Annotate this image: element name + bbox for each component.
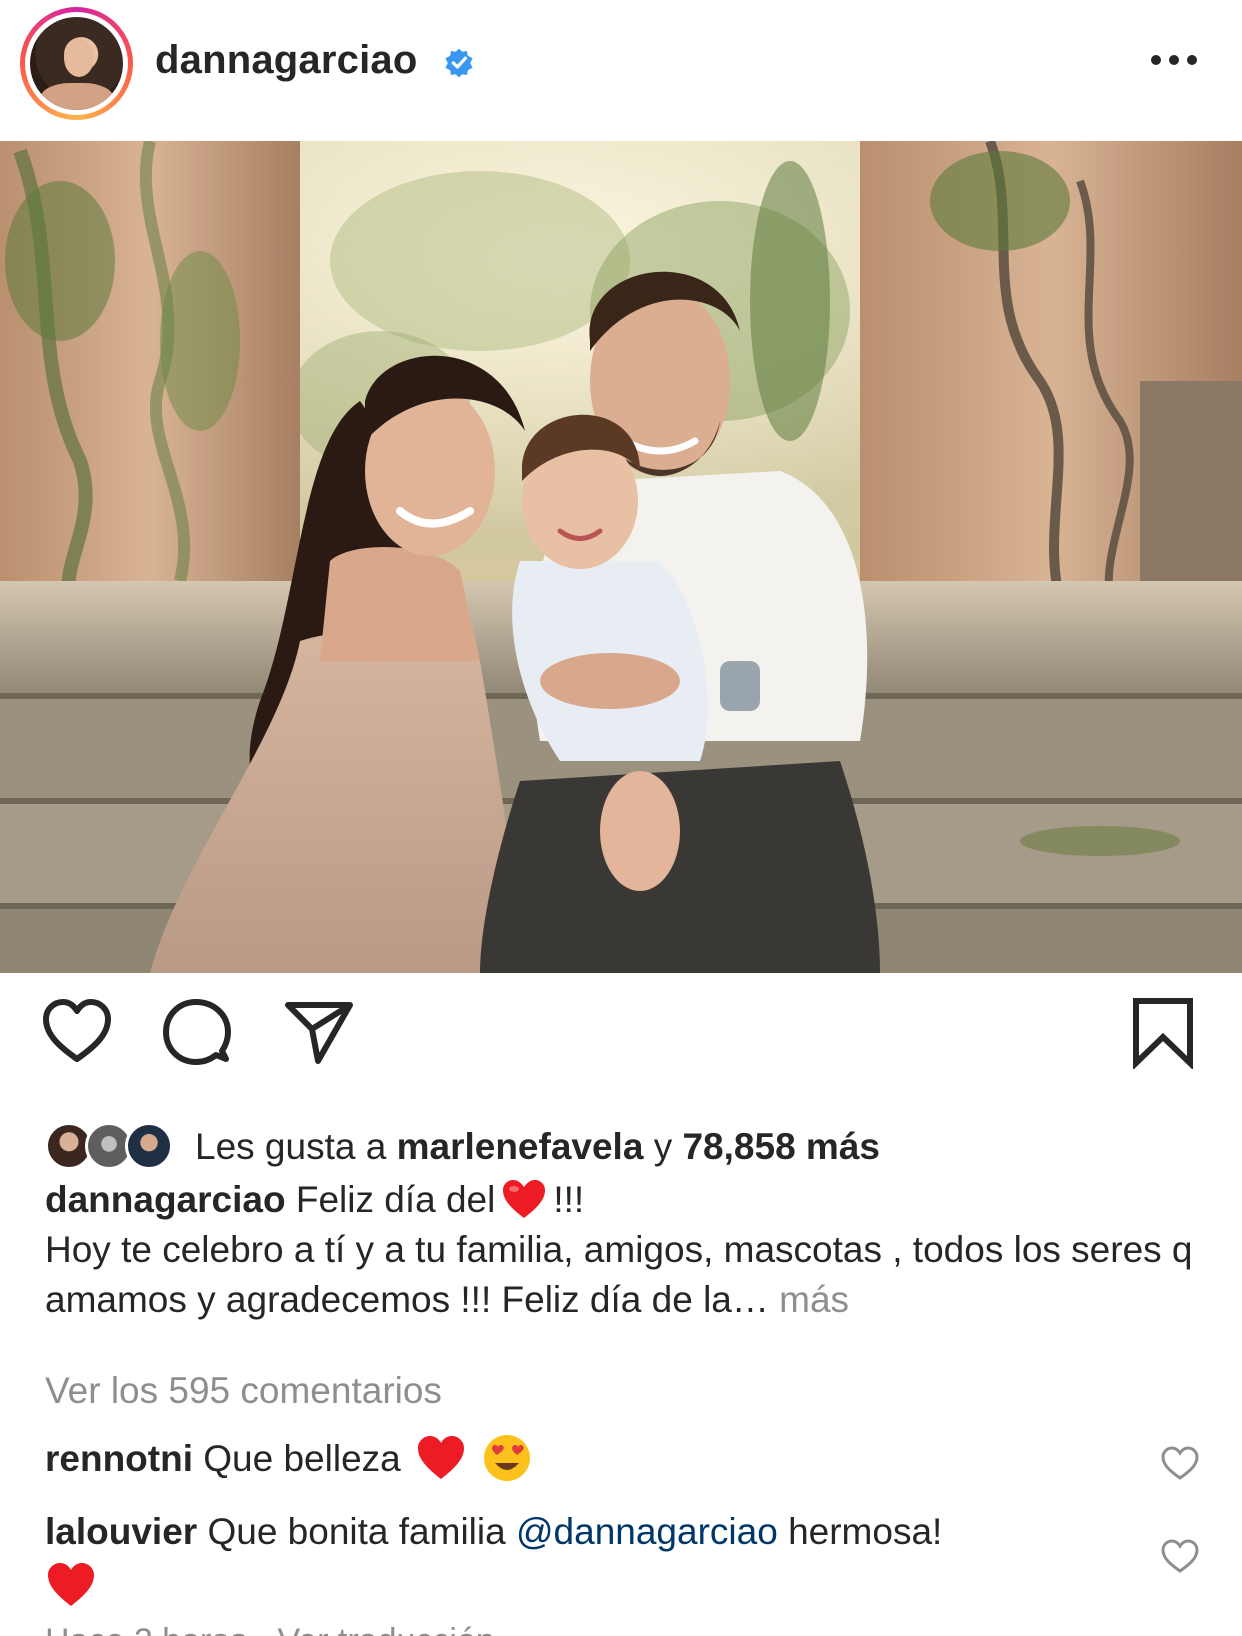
comment-like-heart-icon[interactable]	[1160, 1445, 1200, 1481]
post-timestamp: Hace 2 horas · Ver traducción	[45, 1622, 495, 1636]
likes-count[interactable]: 78,858 más	[682, 1126, 880, 1167]
red-heart-emoji-icon	[48, 1563, 94, 1606]
more-options-icon[interactable]	[1150, 50, 1198, 70]
heart-icon[interactable]	[40, 995, 114, 1069]
caption-body: Hoy te celebro a tí y a tu familia, amig…	[45, 1229, 1193, 1320]
red-heart-emoji-icon	[503, 1180, 546, 1218]
post-caption: dannagarciao Feliz día del !!! Hoy te ce…	[45, 1175, 1205, 1325]
comment-username[interactable]: rennotni	[45, 1438, 193, 1479]
comment-text: Que belleza	[203, 1438, 401, 1479]
caption-username[interactable]: dannagarciao	[45, 1179, 286, 1220]
caption-line1-suffix: !!!	[553, 1179, 585, 1220]
liker-avatar	[125, 1122, 173, 1170]
action-bar	[0, 995, 1242, 1075]
likes-summary[interactable]: Les gusta a marlenefavela y 78,858 más	[45, 1120, 1225, 1174]
post-header: dannagarciao	[0, 0, 1242, 140]
bookmark-icon[interactable]	[1126, 995, 1200, 1069]
comment-mention-link[interactable]: @dannagarciao	[516, 1511, 778, 1552]
heart-eyes-emoji-icon	[484, 1435, 531, 1481]
liker-username[interactable]: marlenefavela	[397, 1126, 644, 1167]
red-heart-emoji-icon	[418, 1436, 465, 1479]
avatar[interactable]	[20, 7, 133, 120]
comment-row: rennotni Que belleza	[45, 1432, 1145, 1486]
comment-row: lalouvier Que bonita familia @dannagarci…	[45, 1505, 1145, 1613]
comment-text: hermosa!	[777, 1511, 943, 1552]
caption-line1: Feliz día del	[295, 1179, 496, 1220]
comment-text: Que bonita familia	[207, 1511, 516, 1552]
likes-text: Les gusta a marlenefavela y 78,858 más	[195, 1126, 880, 1167]
share-icon[interactable]	[282, 995, 356, 1069]
verified-badge-icon	[445, 48, 473, 78]
comment-icon[interactable]	[160, 995, 234, 1069]
comment-username[interactable]: lalouvier	[45, 1511, 197, 1552]
comment-like-heart-icon[interactable]	[1160, 1538, 1200, 1574]
view-all-comments-link[interactable]: Ver los 595 comentarios	[45, 1370, 442, 1412]
liker-avatars	[45, 1122, 185, 1172]
username-link[interactable]: dannagarciao	[155, 38, 417, 83]
caption-more-link[interactable]: más	[779, 1279, 849, 1320]
post-image[interactable]	[0, 141, 1242, 973]
